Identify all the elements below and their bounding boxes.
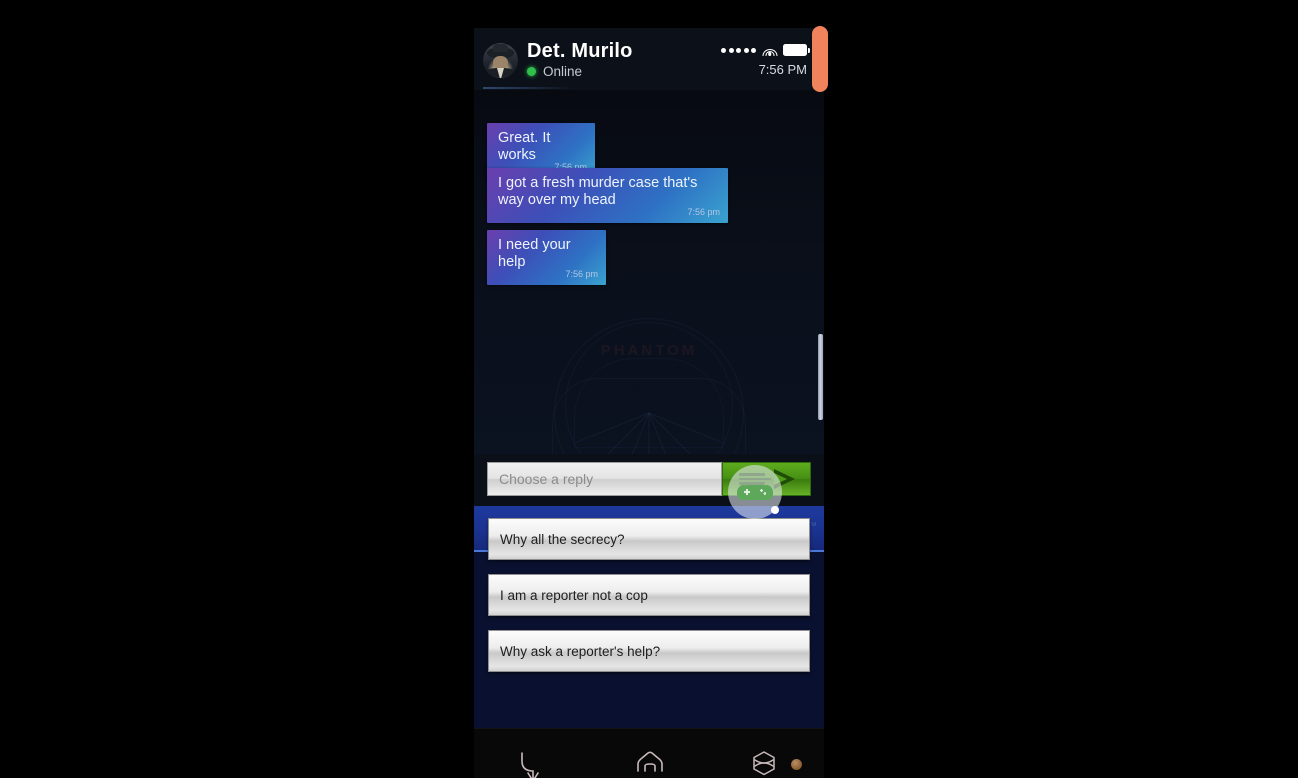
message-text: I got a fresh murder case that's way ove… [498,175,698,208]
reply-option-1[interactable]: Why all the secrecy? [488,518,810,560]
choose-reply-panel: Choose a reply 2015 ™ Why all the secrec… [474,506,824,728]
system-status-icons [721,44,810,56]
system-navigation-bar [474,728,824,778]
presence-label: Online [543,64,583,79]
status-time: 7:56 PM [758,62,807,77]
status-dot-icon [771,506,779,514]
phone-screen: Det. Murilo Online 7:56 PM PHANTOM Great… [474,28,824,778]
chat-message-area[interactable]: PHANTOM Great. It works 7:56 pm I got a … [474,90,824,454]
orange-side-pill[interactable] [812,26,828,92]
reply-option-3[interactable]: Why ask a reporter's help? [488,630,810,672]
watermark-label: PHANTOM [600,342,698,359]
message-time: 7:56 pm [565,269,598,279]
background-watermark-icon: PHANTOM [534,318,764,454]
reply-input[interactable]: Choose a reply [487,462,722,496]
message-bubble: I need your help 7:56 pm [487,230,606,285]
online-status-dot-icon [527,67,536,76]
battery-full-icon [783,44,810,56]
amber-indicator-dot [791,759,802,770]
header-divider [483,87,573,89]
screenshot-root: Det. Murilo Online 7:56 PM PHANTOM Great… [0,0,1298,778]
avatar[interactable] [483,43,518,78]
message-bubble: I got a fresh murder case that's way ove… [487,168,728,223]
vertical-scrollbar-thumb[interactable] [818,334,823,420]
chat-header: Det. Murilo Online 7:56 PM [474,28,824,90]
gamepad-overlay-button[interactable] [728,465,782,519]
reply-option-2[interactable]: I am a reporter not a cop [488,574,810,616]
message-time: 7:56 pm [687,207,720,217]
recents-hexagon-icon[interactable] [750,749,778,778]
gamepad-icon [737,484,773,500]
home-icon[interactable] [634,749,666,778]
contact-name: Det. Murilo [527,40,633,62]
presence-indicator: Online [527,64,582,79]
back-arrow-icon[interactable] [518,749,548,778]
signal-dots-icon [721,47,756,53]
wifi-icon [762,45,777,56]
